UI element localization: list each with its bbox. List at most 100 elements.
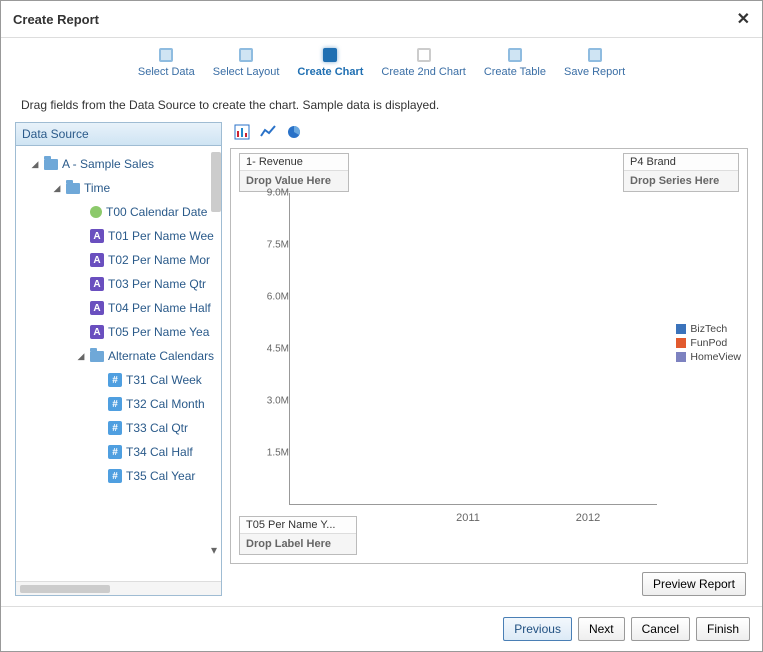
tree-node-label: A - Sample Sales [62, 157, 154, 171]
measure-icon: # [108, 373, 122, 387]
step-label: Select Data [138, 66, 195, 78]
step-label: Select Layout [213, 66, 280, 78]
step-label: Save Report [564, 66, 625, 78]
wizard-step-5[interactable]: Save Report [564, 48, 625, 78]
step-box-icon [588, 48, 602, 62]
drop-label-field: T05 Per Name Y... [240, 517, 356, 534]
scrollbar-horizontal[interactable] [16, 581, 221, 595]
dialog-footer: Previous Next Cancel Finish [1, 606, 762, 651]
tree-node[interactable]: T00 Calendar Date [16, 200, 221, 224]
chart-type-toolbar [230, 122, 748, 148]
close-icon[interactable]: ✕ [737, 9, 750, 29]
step-box-icon [417, 48, 431, 62]
attribute-icon: A [90, 325, 104, 339]
measure-icon: # [108, 445, 122, 459]
clock-icon [90, 206, 102, 218]
tree-node-label: T05 Per Name Yea [108, 325, 209, 339]
body-split: Data Source ▾ ◢ A - Sample Sales ◢ Time T00 … [1, 122, 762, 606]
y-tick: 1.5M [267, 448, 289, 459]
legend-swatch-icon [676, 352, 686, 362]
dialog-header: Create Report ✕ [1, 1, 762, 38]
legend-swatch-icon [676, 338, 686, 348]
cancel-button[interactable]: Cancel [631, 617, 690, 641]
y-tick: 4.5M [267, 344, 289, 355]
step-box-icon [159, 48, 173, 62]
drop-value-chip[interactable]: 1- Revenue Drop Value Here [239, 153, 349, 192]
create-report-dialog: Create Report ✕ Select Data Select Layout… [0, 0, 763, 652]
next-button[interactable]: Next [578, 617, 625, 641]
tree-node[interactable]: A T02 Per Name Mor [16, 248, 221, 272]
previous-button[interactable]: Previous [503, 617, 572, 641]
wizard-step-2[interactable]: Create Chart [297, 48, 363, 78]
tree-node[interactable]: A T03 Per Name Qtr [16, 272, 221, 296]
measure-icon: # [108, 469, 122, 483]
legend-item: BizTech [676, 323, 741, 335]
step-box-icon [239, 48, 253, 62]
drop-series-field: P4 Brand [624, 154, 738, 171]
preview-report-button[interactable]: Preview Report [642, 572, 746, 596]
bar-chart-icon[interactable] [234, 124, 250, 140]
preview-row: Preview Report [230, 564, 748, 596]
tree-node[interactable]: ◢ Time [16, 176, 221, 200]
tree-node[interactable]: #T33 Cal Qtr [16, 416, 221, 440]
tree-node[interactable]: #T35 Cal Year [16, 464, 221, 488]
tree-node[interactable]: AT04 Per Name Half [16, 296, 221, 320]
y-tick: 6.0M [267, 292, 289, 303]
folder-icon [44, 159, 58, 170]
tree-node[interactable]: A T05 Per Name Yea [16, 320, 221, 344]
step-label: Create Chart [297, 66, 363, 78]
tree-node[interactable]: # T34 Cal Half [16, 440, 221, 464]
instruction-text: Drag fields from the Data Source to crea… [1, 84, 762, 122]
tree-node-label: T31 Cal Week [126, 373, 202, 387]
tree-node-label: Time [84, 181, 110, 195]
legend-item: FunPod [676, 337, 741, 349]
tree-node[interactable]: AT01 Per Name Wee [16, 224, 221, 248]
wizard-step-1[interactable]: Select Layout [213, 48, 280, 78]
tree-node[interactable]: ◢ A - Sample Sales [16, 152, 221, 176]
y-tick: 3.0M [267, 396, 289, 407]
legend: BizTechFunPodHomeView [676, 323, 741, 365]
x-label: 2011 [433, 512, 503, 524]
wizard-step-4[interactable]: Create Table [484, 48, 546, 78]
attribute-icon: A [90, 253, 104, 267]
tree-node-label: T03 Per Name Qtr [108, 277, 206, 291]
drop-label-chip[interactable]: T05 Per Name Y... Drop Label Here [239, 516, 357, 555]
measure-icon: # [108, 397, 122, 411]
line-chart-icon[interactable] [260, 124, 276, 140]
dialog-title: Create Report [13, 12, 99, 27]
drop-value-hint: Drop Value Here [240, 171, 348, 191]
expand-arrow-icon: ◢ [52, 183, 62, 194]
finish-button[interactable]: Finish [696, 617, 750, 641]
measure-icon: # [108, 421, 122, 435]
data-source-header: Data Source [16, 123, 221, 146]
attribute-icon: A [90, 229, 104, 243]
data-source-tree[interactable]: ▾ ◢ A - Sample Sales ◢ Time T00 Calendar Dat… [16, 146, 221, 581]
step-box-icon [508, 48, 522, 62]
tree-node-label: T34 Cal Half [126, 445, 193, 459]
tree-node-label: T04 Per Name Half [108, 301, 211, 315]
y-axis: 1.5M3.0M4.5M6.0M7.5M9.0M [261, 193, 289, 505]
more-indicator-icon: ▾ [211, 543, 219, 551]
tree-node-label: T02 Per Name Mor [108, 253, 210, 267]
plot-area: 20112012 [289, 193, 657, 505]
pie-chart-icon[interactable] [286, 124, 302, 140]
data-source-panel: Data Source ▾ ◢ A - Sample Sales ◢ Time T00 … [15, 122, 222, 596]
chart-panel: 1- Revenue Drop Value Here P4 Brand Drop… [230, 122, 748, 596]
tree-node-label: T32 Cal Month [126, 397, 205, 411]
step-box-icon [323, 48, 337, 62]
tree-node[interactable]: ◢Alternate Calendars [16, 344, 221, 368]
wizard-step-3[interactable]: Create 2nd Chart [381, 48, 465, 78]
drop-series-hint: Drop Series Here [624, 171, 738, 191]
wizard-step-0[interactable]: Select Data [138, 48, 195, 78]
wizard-steps: Select Data Select Layout Create Chart Crea… [1, 38, 762, 84]
folder-icon [90, 351, 104, 362]
expand-arrow-icon: ◢ [30, 159, 40, 170]
tree-node[interactable]: # T31 Cal Week [16, 368, 221, 392]
folder-icon [66, 183, 80, 194]
attribute-icon: A [90, 277, 104, 291]
chart-canvas: 1- Revenue Drop Value Here P4 Brand Drop… [230, 148, 748, 564]
tree-node[interactable]: # T32 Cal Month [16, 392, 221, 416]
drop-value-field: 1- Revenue [240, 154, 348, 171]
scrollbar-vertical[interactable] [211, 152, 221, 212]
drop-series-chip[interactable]: P4 Brand Drop Series Here [623, 153, 739, 192]
